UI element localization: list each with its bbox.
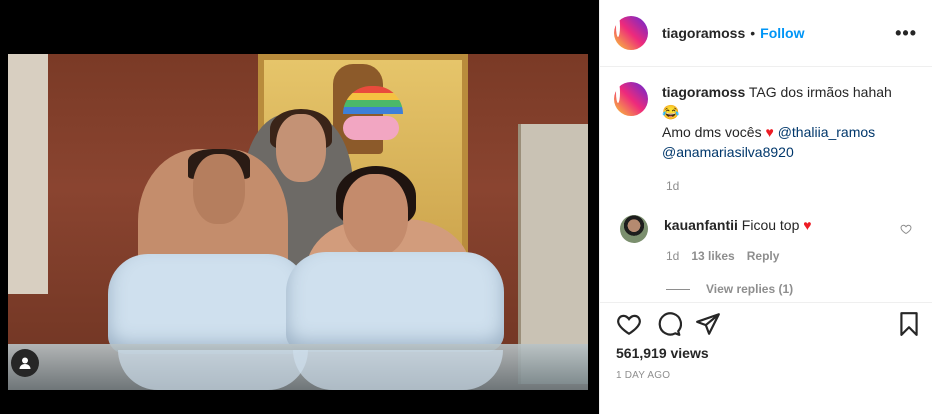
caption-text: tiagoramoss TAG dos irmãos hahah 😂 Amo d… <box>662 82 907 162</box>
mention-thaliia[interactable]: @thaliia_ramos <box>778 124 875 140</box>
comments-section[interactable]: tiagoramoss TAG dos irmãos hahah 😂 Amo d… <box>600 67 932 302</box>
commenter-avatar[interactable] <box>620 215 648 243</box>
video-mother-head <box>276 114 326 182</box>
video-door-frame <box>8 54 48 294</box>
post-video[interactable] <box>8 54 588 390</box>
comment-heart-emoji-icon: ♥ <box>803 217 812 233</box>
post-header: tiagoramoss • Follow ••• <box>600 0 932 67</box>
laughing-emoji-icon: 😂 <box>662 104 680 120</box>
heart-icon[interactable] <box>616 311 642 337</box>
caption-line1: TAG dos irmãos hahah <box>748 84 892 100</box>
comment-icon[interactable] <box>656 311 682 337</box>
posted-time[interactable]: 1 DAY AGO <box>616 370 670 381</box>
replies-divider <box>666 288 690 290</box>
video-sister-head <box>343 174 408 256</box>
caption: tiagoramoss TAG dos irmãos hahah 😂 Amo d… <box>614 82 907 162</box>
more-options-icon[interactable]: ••• <box>895 23 917 44</box>
follow-button[interactable]: Follow <box>760 25 804 41</box>
caption-line2: Amo dms vocês <box>662 124 762 140</box>
author-avatar[interactable] <box>614 16 648 50</box>
comment-like-heart-icon[interactable] <box>900 223 912 235</box>
post-side-panel: tiagoramoss • Follow ••• tiagoramoss TAG… <box>599 0 932 414</box>
media-area <box>0 0 599 414</box>
video-brother-head <box>193 154 245 224</box>
caption-timestamp[interactable]: 1d <box>666 179 679 193</box>
video-pillow-left <box>108 254 308 354</box>
comment-item: kauanfantii Ficou top ♥ <box>620 215 920 243</box>
video-reflection-left <box>118 350 308 390</box>
author-username[interactable]: tiagoramoss <box>662 25 745 41</box>
comment-text: kauanfantii Ficou top ♥ <box>664 215 812 243</box>
comment-timestamp[interactable]: 1d <box>666 249 679 263</box>
video-pink-headband <box>343 116 399 140</box>
video-pillow-right <box>286 252 504 352</box>
instagram-post-modal: tiagoramoss • Follow ••• tiagoramoss TAG… <box>0 0 932 414</box>
user-tag-icon[interactable] <box>11 349 39 377</box>
view-replies-label: View replies (1) <box>706 282 794 296</box>
commenter-username[interactable]: kauanfantii <box>664 217 738 233</box>
user-tag-glyph <box>19 357 31 369</box>
view-replies-button[interactable]: View replies (1) <box>666 282 793 296</box>
bookmark-icon[interactable] <box>896 311 922 337</box>
heart-emoji-icon: ♥ <box>765 124 774 140</box>
video-reflection-right <box>293 350 503 390</box>
comment-body: Ficou top <box>741 217 800 233</box>
mention-anamaria[interactable]: @anamariasilva8920 <box>662 144 794 160</box>
comment-meta: 1d 13 likes Reply <box>666 249 779 263</box>
caption-avatar[interactable] <box>614 82 648 116</box>
header-separator: • <box>750 25 756 41</box>
share-icon[interactable] <box>695 311 721 337</box>
comment-likes[interactable]: 13 likes <box>691 249 734 263</box>
caption-username[interactable]: tiagoramoss <box>662 84 745 100</box>
comment-reply-button[interactable]: Reply <box>747 249 780 263</box>
post-actions: 561,919 views 1 DAY AGO <box>600 302 932 414</box>
views-count[interactable]: 561,919 views <box>616 345 709 361</box>
